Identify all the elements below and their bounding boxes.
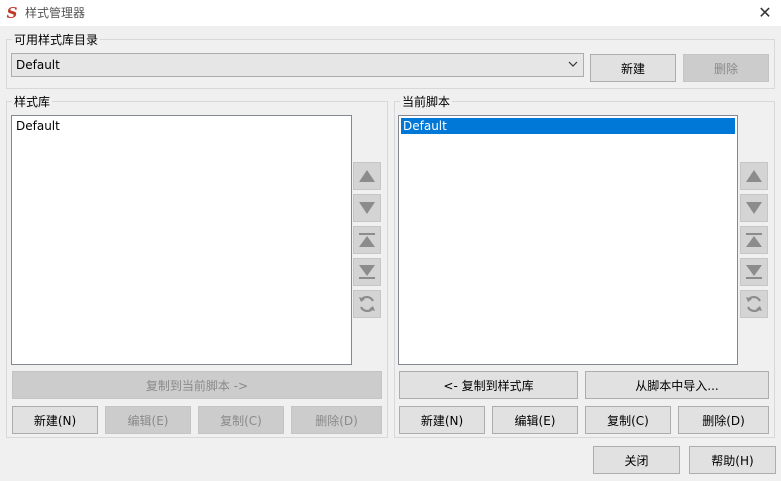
library-move-down-button[interactable]	[353, 194, 381, 222]
script-delete-button[interactable]: 删除(D)	[678, 406, 769, 434]
sort-icon	[357, 294, 377, 314]
sort-icon	[744, 294, 764, 314]
library-new-button[interactable]: 新建(N)	[12, 406, 98, 434]
chevron-down-icon	[567, 54, 579, 76]
library-listbox[interactable]: Default	[11, 115, 352, 365]
script-move-up-button[interactable]	[740, 162, 768, 190]
catalog-new-button[interactable]: 新建	[590, 54, 676, 82]
library-group-label: 样式库	[12, 95, 53, 109]
library-copy-button[interactable]: 复制(C)	[198, 406, 284, 434]
app-logo-icon: S	[6, 4, 18, 22]
window-title: 样式管理器	[25, 6, 86, 20]
library-edit-button[interactable]: 编辑(E)	[105, 406, 191, 434]
import-from-script-button[interactable]: 从脚本中导入...	[585, 371, 769, 399]
library-move-up-button[interactable]	[353, 162, 381, 190]
triangle-up-icon	[745, 169, 763, 183]
library-delete-button[interactable]: 删除(D)	[291, 406, 382, 434]
script-move-bottom-button[interactable]	[740, 258, 768, 286]
close-button[interactable]: 关闭	[593, 446, 680, 474]
copy-to-library-button[interactable]: <- 复制到样式库	[399, 371, 578, 399]
script-listbox[interactable]: Default	[398, 115, 738, 365]
list-item[interactable]: Default	[401, 118, 735, 134]
library-move-bottom-button[interactable]	[353, 258, 381, 286]
copy-to-script-button[interactable]: 复制到当前脚本 ->	[12, 371, 382, 399]
script-new-button[interactable]: 新建(N)	[399, 406, 485, 434]
list-item[interactable]: Default	[14, 118, 349, 134]
library-move-top-button[interactable]	[353, 226, 381, 254]
close-window-icon[interactable]: ✕	[752, 3, 778, 23]
move-to-top-icon	[358, 232, 376, 248]
catalog-select-value: Default	[16, 58, 60, 72]
script-edit-button[interactable]: 编辑(E)	[492, 406, 578, 434]
triangle-down-icon	[745, 201, 763, 215]
move-to-bottom-icon	[745, 264, 763, 280]
catalog-group-label: 可用样式库目录	[12, 33, 101, 47]
triangle-up-icon	[358, 169, 376, 183]
library-sort-button[interactable]	[353, 290, 381, 318]
triangle-down-icon	[358, 201, 376, 215]
help-button[interactable]: 帮助(H)	[689, 446, 776, 474]
script-copy-button[interactable]: 复制(C)	[585, 406, 671, 434]
script-group-label: 当前脚本	[400, 95, 453, 109]
move-to-top-icon	[745, 232, 763, 248]
catalog-select[interactable]: Default	[11, 53, 584, 77]
script-move-top-button[interactable]	[740, 226, 768, 254]
title-bar	[0, 0, 781, 26]
move-to-bottom-icon	[358, 264, 376, 280]
script-move-down-button[interactable]	[740, 194, 768, 222]
script-sort-button[interactable]	[740, 290, 768, 318]
catalog-delete-button[interactable]: 删除	[683, 54, 769, 82]
